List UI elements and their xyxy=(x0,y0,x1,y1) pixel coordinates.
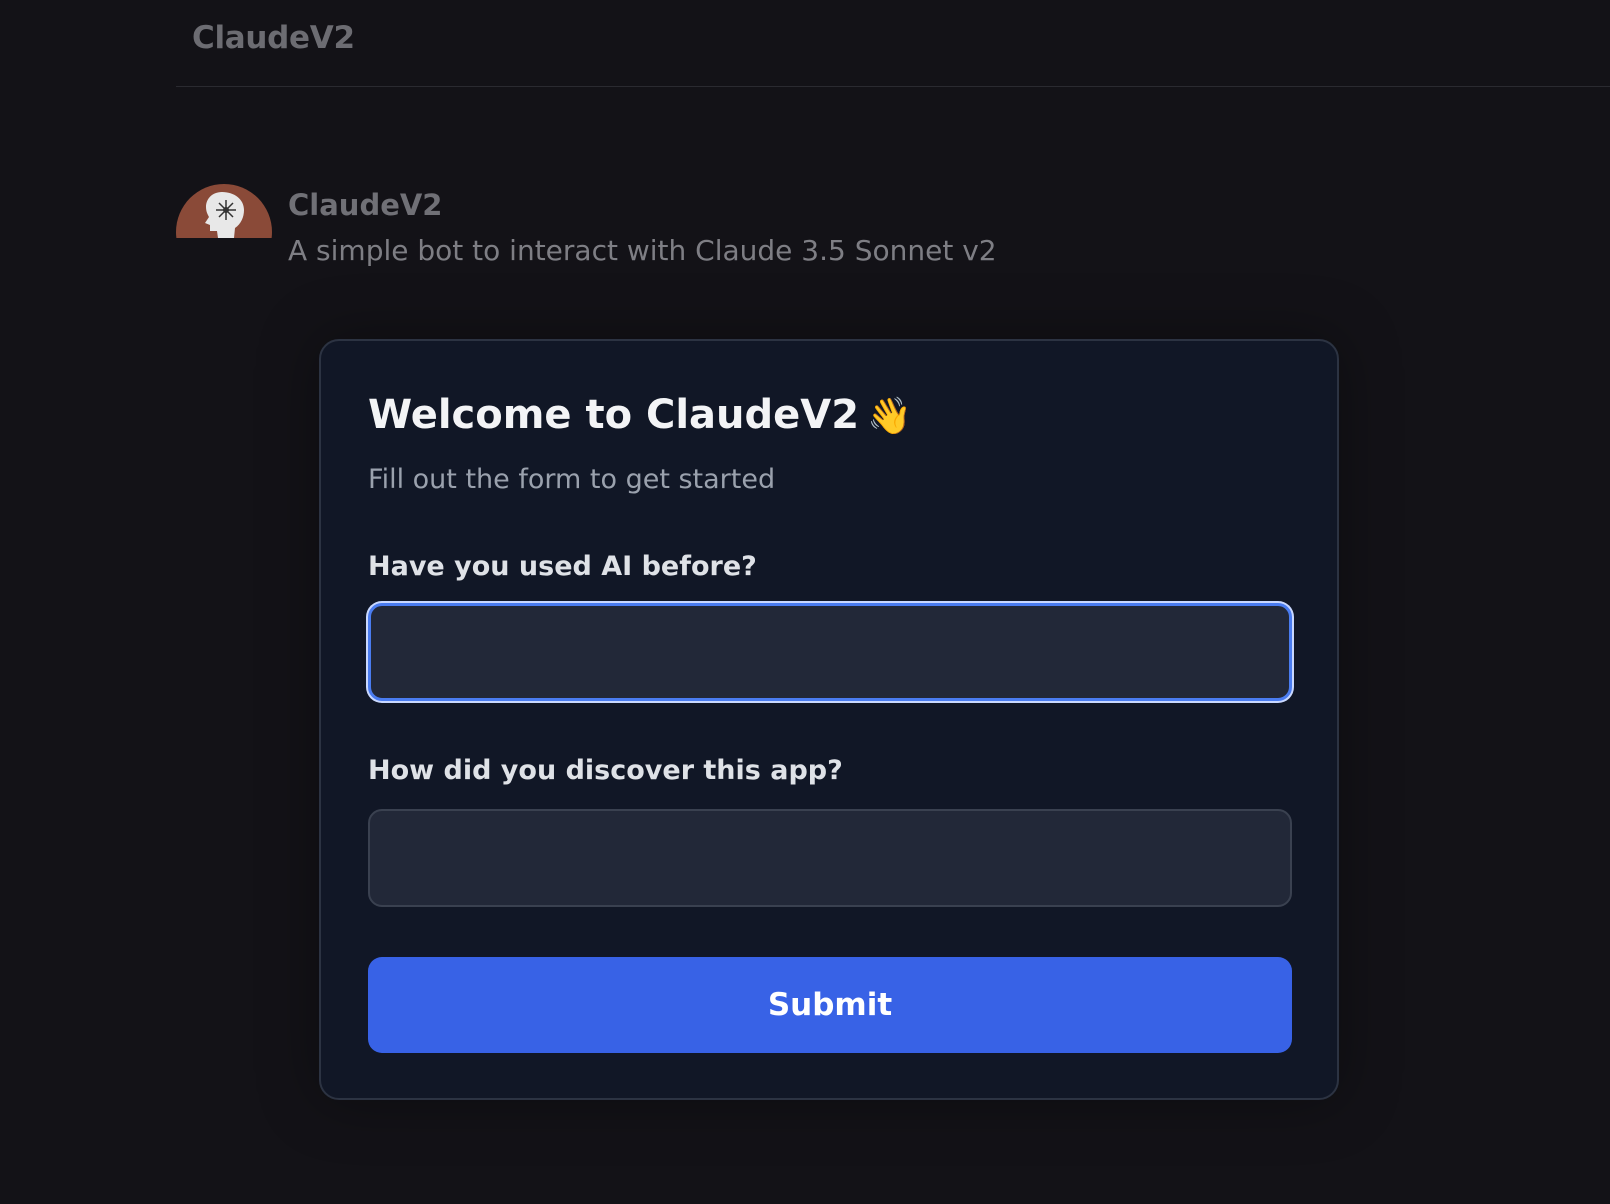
form-title: Welcome to ClaudeV2 👋 xyxy=(368,392,912,438)
header-title: ClaudeV2 xyxy=(192,20,355,56)
bot-name: ClaudeV2 xyxy=(288,188,443,222)
discovery-source-label: How did you discover this app? xyxy=(368,755,843,786)
head-silhouette-icon xyxy=(205,192,244,238)
ai-experience-label: Have you used AI before? xyxy=(368,551,757,582)
bot-avatar xyxy=(176,184,272,238)
submit-button[interactable]: Submit xyxy=(368,957,1292,1053)
bot-description: A simple bot to interact with Claude 3.5… xyxy=(288,234,997,267)
discovery-source-input[interactable] xyxy=(368,809,1292,907)
form-title-text: Welcome to ClaudeV2 xyxy=(368,392,860,438)
welcome-form-card: Welcome to ClaudeV2 👋 Fill out the form t… xyxy=(319,339,1339,1100)
form-subtitle: Fill out the form to get started xyxy=(368,464,776,495)
app-header: ClaudeV2 xyxy=(176,0,1610,87)
ai-experience-input[interactable] xyxy=(368,603,1292,701)
waving-hand-icon: 👋 xyxy=(867,396,912,437)
